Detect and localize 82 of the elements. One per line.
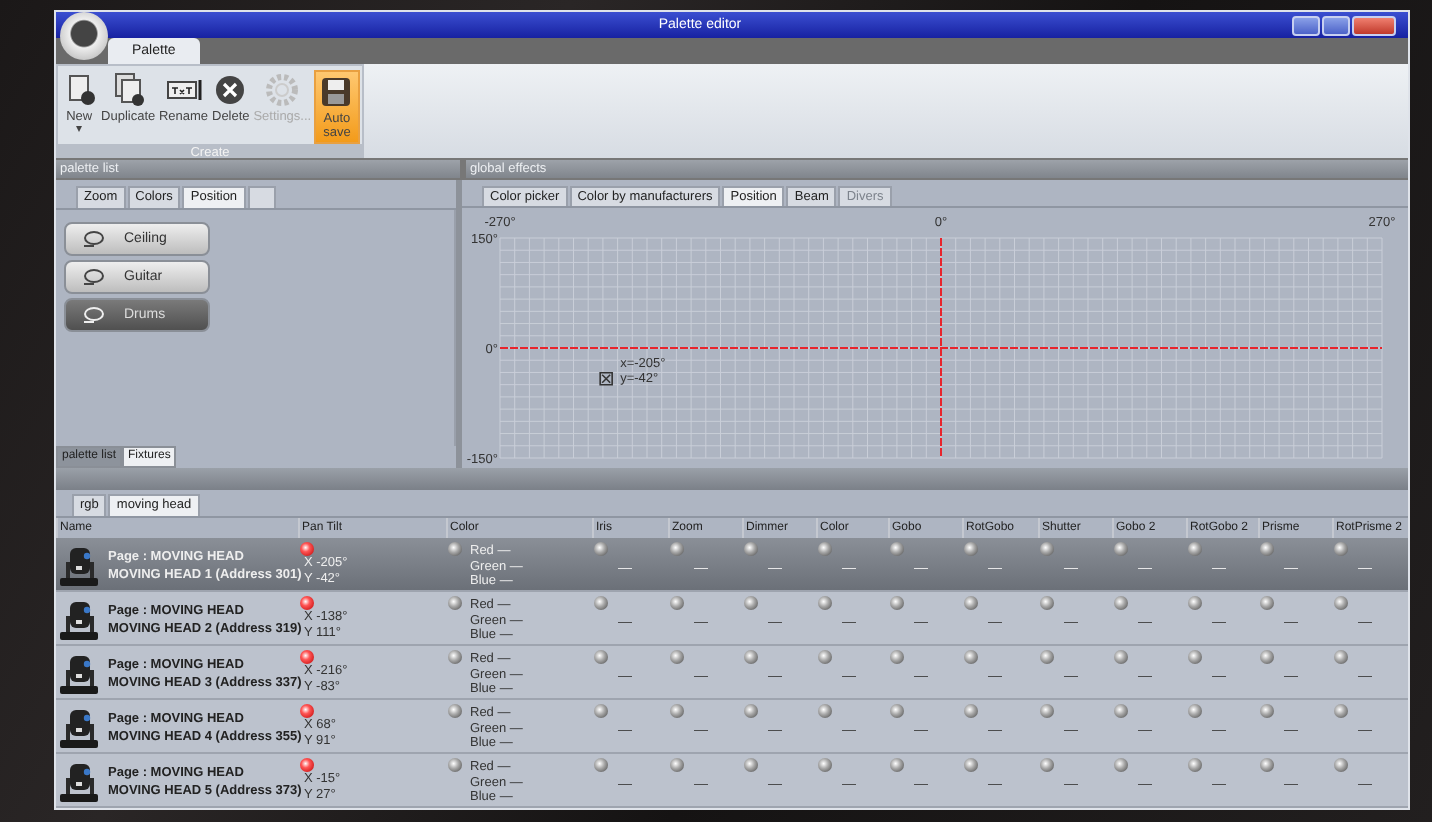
indicator-dot[interactable] (1260, 596, 1274, 610)
indicator-dot[interactable] (744, 596, 758, 610)
indicator-dot[interactable] (1334, 542, 1348, 556)
indicator-dot[interactable] (594, 596, 608, 610)
moving-head-light-icon (58, 759, 102, 804)
indicator-dot[interactable] (300, 704, 314, 718)
indicator-dot[interactable] (594, 542, 608, 556)
indicator-dot[interactable] (1040, 704, 1054, 718)
indicator-dot[interactable] (964, 542, 978, 556)
indicator-dot[interactable] (1114, 542, 1128, 556)
moving-head-light-icon (58, 597, 102, 642)
indicator-dot[interactable] (818, 650, 832, 664)
indicator-dot[interactable] (1040, 542, 1054, 556)
app-logo-icon[interactable] (60, 11, 108, 59)
indicator-dot[interactable] (1260, 704, 1274, 718)
duplicate-documents-icon (110, 72, 147, 109)
indicator-dot[interactable] (1188, 650, 1202, 664)
indicator-dot[interactable] (964, 596, 978, 610)
maximize-button[interactable] (1322, 15, 1350, 35)
indicator-dot[interactable] (890, 542, 904, 556)
spotlight-icon (82, 230, 104, 249)
indicator-dot[interactable] (890, 650, 904, 664)
indicator-dot[interactable] (1334, 650, 1348, 664)
indicator-dot[interactable] (300, 542, 314, 556)
indicator-dot[interactable] (818, 596, 832, 610)
indicator-dot[interactable] (1114, 758, 1128, 772)
indicator-dot[interactable] (818, 758, 832, 772)
moving-head-light-icon (58, 651, 102, 696)
spotlight-icon (82, 268, 104, 287)
close-button[interactable] (1352, 15, 1396, 35)
indicator-dot[interactable] (1260, 758, 1274, 772)
indicator-dot[interactable] (818, 542, 832, 556)
indicator-dot[interactable] (1188, 596, 1202, 610)
indicator-dot[interactable] (890, 758, 904, 772)
spotlight-icon (82, 306, 104, 325)
indicator-dot[interactable] (1188, 542, 1202, 556)
minimize-button[interactable] (1292, 15, 1320, 35)
delete-icon (212, 72, 249, 109)
indicator-dot[interactable] (818, 704, 832, 718)
indicator-dot[interactable] (448, 596, 462, 610)
indicator-dot[interactable] (594, 650, 608, 664)
indicator-dot[interactable] (448, 704, 462, 718)
indicator-dot[interactable] (670, 542, 684, 556)
indicator-dot[interactable] (1334, 758, 1348, 772)
indicator-dot[interactable] (300, 596, 314, 610)
moving-head-light-icon (58, 543, 102, 588)
indicator-dot[interactable] (744, 758, 758, 772)
indicator-dot[interactable] (670, 650, 684, 664)
indicator-dot[interactable] (1260, 542, 1274, 556)
data-point[interactable] (599, 372, 613, 387)
indicator-dot[interactable] (1114, 650, 1128, 664)
indicator-dot[interactable] (744, 542, 758, 556)
gear-icon (264, 72, 301, 109)
indicator-dot[interactable] (964, 758, 978, 772)
indicator-dot[interactable] (964, 650, 978, 664)
indicator-dot[interactable] (300, 758, 314, 772)
tab[interactable] (247, 186, 276, 209)
indicator-dot[interactable] (1188, 758, 1202, 772)
indicator-dot[interactable] (744, 704, 758, 718)
indicator-dot[interactable] (1040, 650, 1054, 664)
indicator-dot[interactable] (670, 758, 684, 772)
indicator-dot[interactable] (890, 596, 904, 610)
indicator-dot[interactable] (1334, 596, 1348, 610)
indicator-dot[interactable] (1188, 704, 1202, 718)
indicator-dot[interactable] (744, 650, 758, 664)
indicator-dot[interactable] (1040, 596, 1054, 610)
indicator-dot[interactable] (300, 650, 314, 664)
indicator-dot[interactable] (890, 704, 904, 718)
moving-head-light-icon (58, 705, 102, 750)
indicator-dot[interactable] (670, 596, 684, 610)
indicator-dot[interactable] (1114, 596, 1128, 610)
indicator-dot[interactable] (594, 758, 608, 772)
indicator-dot[interactable] (448, 650, 462, 664)
indicator-dot[interactable] (1260, 650, 1274, 664)
indicator-dot[interactable] (448, 758, 462, 772)
indicator-dot[interactable] (670, 704, 684, 718)
indicator-dot[interactable] (964, 704, 978, 718)
indicator-dot[interactable] (1114, 704, 1128, 718)
indicator-dot[interactable] (594, 704, 608, 718)
indicator-dot[interactable] (1040, 758, 1054, 772)
indicator-dot[interactable] (448, 542, 462, 556)
indicator-dot[interactable] (1334, 704, 1348, 718)
